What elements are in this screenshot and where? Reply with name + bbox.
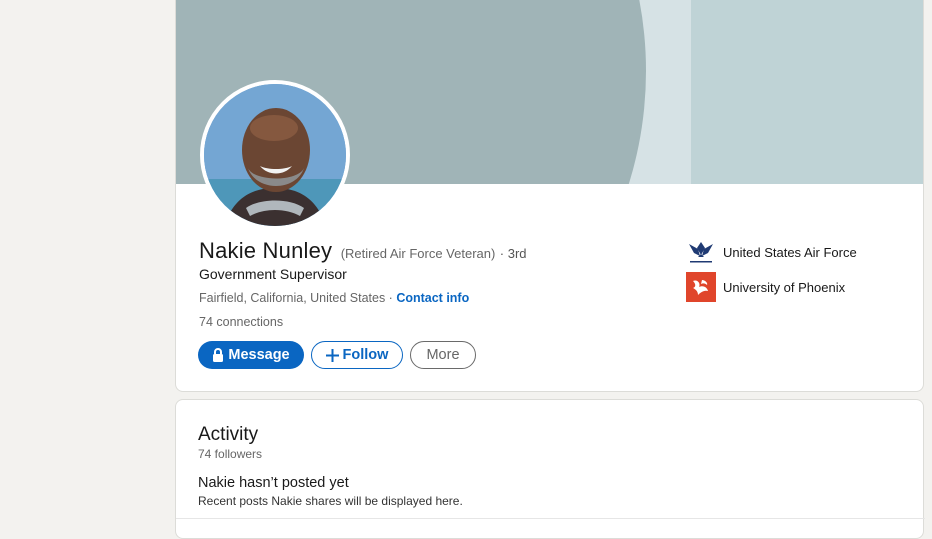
activity-title: Activity (198, 424, 259, 445)
divider (176, 518, 925, 519)
avatar[interactable] (200, 80, 350, 230)
contact-info-link[interactable]: Contact info (396, 291, 469, 305)
lock-icon (212, 348, 224, 362)
plus-icon (325, 348, 339, 362)
organization-university-of-phoenix[interactable]: University of Phoenix (686, 272, 845, 302)
avatar-photo (204, 84, 346, 226)
university-of-phoenix-logo (686, 272, 716, 302)
organization-label: University of Phoenix (723, 279, 846, 295)
activity-empty-title: Nakie hasn’t posted yet (198, 475, 349, 491)
more-button[interactable]: More (410, 341, 476, 369)
profile-headline: Government Supervisor (199, 266, 347, 282)
message-button-label: Message (228, 347, 290, 363)
air-force-logo (686, 237, 716, 267)
follow-button[interactable]: Follow (311, 341, 403, 369)
activity-card: Activity 74 followers Nakie hasn’t poste… (175, 399, 925, 539)
location-separator: · (385, 291, 397, 305)
connection-degree: · 3rd (499, 246, 527, 261)
banner-panel (691, 0, 923, 184)
message-button[interactable]: Message (198, 341, 304, 369)
connections-count[interactable]: 74 connections (199, 315, 283, 329)
profile-name: Nakie Nunley (199, 238, 333, 263)
profile-card: Nakie Nunley (Retired Air Force Veteran)… (175, 0, 924, 392)
profile-location: Fairfield, California, United States (199, 291, 386, 305)
location-row: Fairfield, California, United States · C… (199, 291, 469, 305)
activity-empty-description: Recent posts Nakie shares will be displa… (198, 494, 463, 508)
more-button-label: More (426, 347, 460, 363)
profile-note: (Retired Air Force Veteran) (340, 246, 496, 261)
name-row: Nakie Nunley (Retired Air Force Veteran)… (199, 238, 527, 264)
follow-button-label: Follow (342, 347, 389, 363)
organization-air-force[interactable]: United States Air Force (686, 237, 857, 267)
organization-label: United States Air Force (723, 244, 857, 260)
followers-count[interactable]: 74 followers (198, 447, 262, 461)
